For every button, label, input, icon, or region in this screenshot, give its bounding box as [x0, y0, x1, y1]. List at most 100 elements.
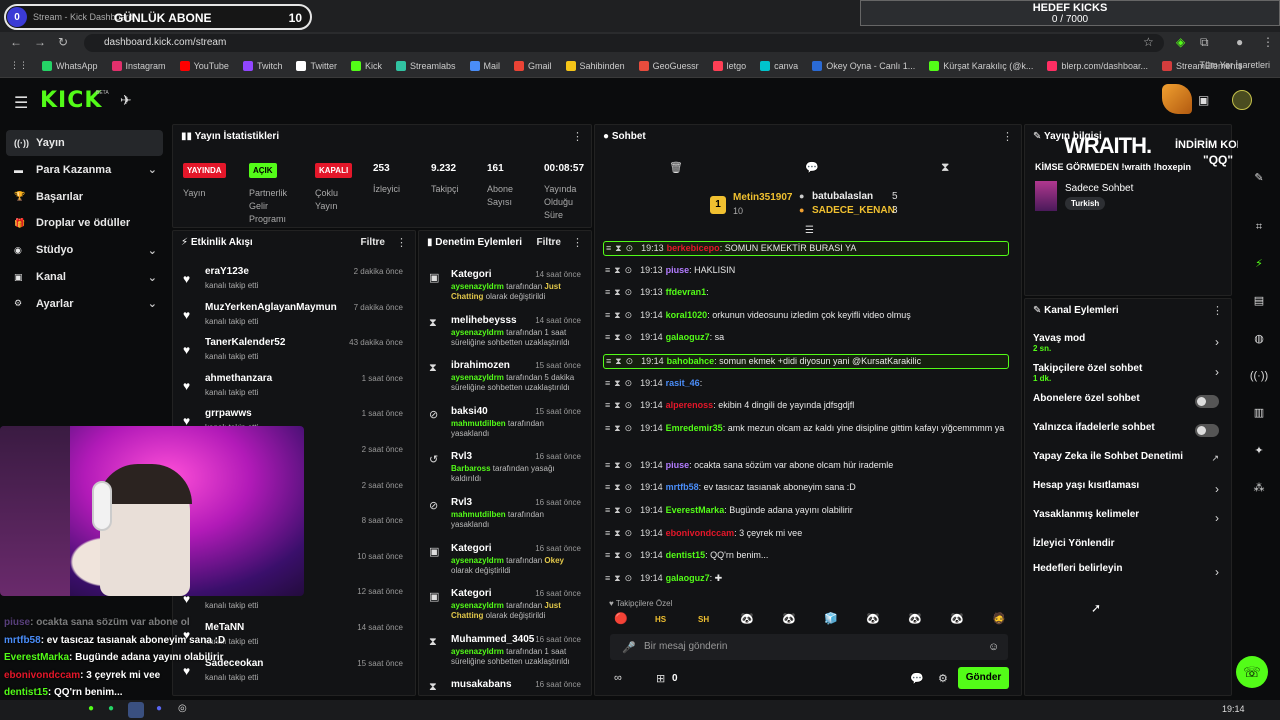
collapse-icon[interactable]: ☰	[805, 225, 814, 236]
emote-item[interactable]: 🧊	[824, 612, 838, 625]
channel-action-row[interactable]: Hedefleri belirleyin ›	[1033, 563, 1223, 579]
message-mod-controls-icon[interactable]: ≡⧗⊙	[605, 460, 636, 470]
activity-username[interactable]: eraY123e	[205, 266, 249, 277]
moderation-actor[interactable]: aysenazyldrm	[451, 647, 504, 656]
emote-item[interactable]: 🧔	[992, 612, 1006, 625]
chevron-down-icon[interactable]: ⌄	[148, 244, 157, 257]
channel-action-row[interactable]: Abonelere özel sohbet	[1033, 393, 1223, 408]
activity-username[interactable]: ahmethanzara	[205, 373, 272, 384]
message-mod-controls-icon[interactable]: ≡⧗⊙	[605, 265, 636, 275]
toggle-switch[interactable]	[1195, 424, 1219, 437]
activity-filter-button[interactable]: Filtre	[361, 237, 385, 248]
back-icon[interactable]: ←	[10, 35, 22, 49]
message-username[interactable]: berkebicepo	[667, 243, 720, 253]
taskbar-discord-icon[interactable]: ●	[156, 703, 162, 714]
emote-item[interactable]: SH	[698, 615, 709, 624]
sidebar-item[interactable]: ◉ Stüdyo ⌄	[6, 237, 163, 263]
chat-message-input[interactable]: Bir mesaj gönderin	[610, 634, 1008, 660]
message-username[interactable]: ebonivondccam	[666, 528, 735, 538]
stats-menu-icon[interactable]: ⋮	[572, 130, 583, 143]
chat-bubble-button-icon[interactable]: 💬	[910, 672, 924, 685]
rail-chat-icon[interactable]: ◍	[1248, 328, 1270, 350]
message-username[interactable]: koral1020	[666, 310, 708, 320]
message-mod-controls-icon[interactable]: ≡⧗⊙	[605, 332, 636, 342]
moderation-target[interactable]: baksi40	[451, 406, 488, 417]
rail-db-icon[interactable]: ▥	[1248, 402, 1270, 424]
moderation-actor[interactable]: mahmutdilben	[451, 510, 506, 519]
message-mod-controls-icon[interactable]: ≡⧗⊙	[605, 550, 636, 560]
message-mod-controls-icon[interactable]: ≡⧗⊙	[606, 356, 637, 366]
activity-username[interactable]: grrpawws	[205, 408, 252, 419]
message-username[interactable]: bahobahce	[667, 356, 715, 366]
chevron-right-icon[interactable]: ›	[1215, 511, 1219, 525]
chevron-down-icon[interactable]: ⌄	[148, 271, 157, 284]
toggle-switch[interactable]	[1195, 395, 1219, 408]
moderation-actor[interactable]: mahmutdilben	[451, 419, 506, 428]
pin-icon[interactable]: ✈	[120, 92, 132, 109]
channel-action-row[interactable]: Takipçilere özel sohbet 1 dk. ›	[1033, 363, 1223, 383]
emote-item[interactable]: 🐼	[782, 612, 796, 625]
moderation-target[interactable]: Rvl3	[451, 451, 472, 462]
moderation-target[interactable]: Rvl3	[451, 497, 472, 508]
channel-actions-menu-icon[interactable]: ⋮	[1212, 304, 1223, 317]
channel-action-row[interactable]: İzleyici Yönlendir	[1033, 538, 1223, 549]
bookmark-item[interactable]: blerp.com/dashboar...	[1047, 60, 1148, 71]
channel-action-row[interactable]: Yasaklanmış kelimeler ›	[1033, 509, 1223, 525]
moderation-actor[interactable]: aysenazyldrm	[451, 373, 504, 382]
rail-crop-icon[interactable]: ⌗	[1248, 216, 1270, 238]
leader-name[interactable]: SADECE_KENAN	[812, 205, 895, 216]
taskbar-whatsapp-icon[interactable]: ●	[108, 703, 114, 714]
message-mod-controls-icon[interactable]: ≡⧗⊙	[605, 573, 636, 583]
moderation-target[interactable]: musakabans	[451, 679, 512, 690]
hamburger-menu-icon[interactable]: ☰	[14, 93, 28, 113]
taskbar-spotify-icon[interactable]: ●	[88, 703, 94, 714]
chat-gear-icon[interactable]: ⚙	[938, 672, 948, 685]
message-mod-controls-icon[interactable]: ≡⧗⊙	[606, 243, 637, 253]
bookmark-item[interactable]: Kick	[350, 60, 382, 71]
message-username[interactable]: galaoguz7	[666, 573, 710, 583]
chevron-right-icon[interactable]: ›	[1215, 482, 1219, 496]
moderation-target[interactable]: ibrahimozen	[451, 360, 510, 371]
browser-menu-icon[interactable]: ⋮	[1262, 35, 1274, 49]
external-link-icon[interactable]: ↗	[1211, 453, 1219, 464]
mic-icon[interactable]: 🎤	[622, 641, 636, 654]
activity-username[interactable]: MuzYerkenAglayanMaymun	[205, 302, 337, 313]
inbox-icon[interactable]: ▣	[1198, 93, 1209, 107]
emote-item[interactable]: 🐼	[908, 612, 922, 625]
kick-logo[interactable]: KICK	[40, 88, 102, 113]
channel-action-row[interactable]: Yavaş mod 2 sn. ›	[1033, 333, 1223, 353]
message-username[interactable]: alperenoss	[666, 400, 714, 410]
bookmark-item[interactable]: Sahibinden	[565, 60, 625, 71]
message-mod-controls-icon[interactable]: ≡⧗⊙	[605, 505, 636, 515]
apps-icon[interactable]: ⋮⋮	[10, 60, 28, 71]
bookmark-item[interactable]: GeoGuessr	[638, 60, 699, 71]
leader-name[interactable]: batubalaslan	[812, 191, 873, 202]
moderation-target[interactable]: melihebeysss	[451, 315, 517, 326]
message-mod-controls-icon[interactable]: ≡⧗⊙	[605, 310, 636, 320]
channel-action-row[interactable]: Yapay Zeka ile Sohbet Denetimi ↗	[1033, 451, 1223, 464]
emote-item[interactable]: 🐼	[866, 612, 880, 625]
bookmark-item[interactable]: Gmail	[514, 60, 552, 71]
message-mod-controls-icon[interactable]: ≡⧗⊙	[605, 400, 636, 410]
gift-icon[interactable]: ⊞	[656, 672, 665, 685]
chevron-down-icon[interactable]: ⌄	[148, 163, 157, 176]
activity-menu-icon[interactable]: ⋮	[396, 236, 407, 249]
message-username[interactable]: piuse	[666, 265, 690, 275]
help-chat-icon[interactable]: ☏	[1236, 656, 1268, 688]
shield-extension-icon[interactable]: ◈	[1176, 35, 1185, 49]
extensions-icon[interactable]: ⧉	[1200, 35, 1209, 50]
activity-username[interactable]: TanerKalender52	[205, 337, 285, 348]
emote-item[interactable]: HS	[655, 615, 666, 624]
bookmark-item[interactable]: WhatsApp	[42, 60, 98, 71]
moderation-filter-button[interactable]: Filtre	[537, 237, 561, 248]
moderation-target[interactable]: Kategori	[451, 543, 492, 554]
reload-icon[interactable]: ↻	[58, 35, 68, 49]
chat-menu-icon[interactable]: ⋮	[1002, 130, 1013, 143]
moderation-target[interactable]: Kategori	[451, 588, 492, 599]
message-mod-controls-icon[interactable]: ≡⧗⊙	[605, 482, 636, 492]
rail-edit-icon[interactable]: ✎	[1248, 167, 1270, 189]
sidebar-item[interactable]: 🏆 Başarılar	[6, 184, 163, 210]
moderation-actor[interactable]: Barbaross	[451, 464, 491, 473]
send-button[interactable]: Gönder	[958, 667, 1009, 689]
rail-share-icon[interactable]: ⁂	[1248, 477, 1270, 499]
